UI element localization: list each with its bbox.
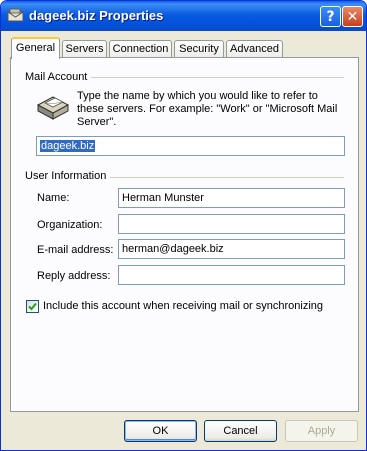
check-icon	[28, 302, 37, 311]
name-input[interactable]: Herman Munster	[118, 188, 345, 208]
cancel-label: Cancel	[223, 425, 258, 437]
tab-label: General	[15, 42, 56, 54]
ok-label: OK	[152, 425, 169, 437]
organization-input[interactable]	[118, 214, 345, 234]
tab-label: Security	[179, 43, 219, 55]
tab-label: Servers	[65, 43, 104, 55]
mail-account-heading: Mail Account	[25, 71, 92, 83]
apply-button[interactable]: Apply	[285, 420, 358, 442]
name-value: Herman Munster	[122, 192, 204, 204]
account-name-value: dageek.biz	[40, 140, 96, 152]
properties-dialog: dageek.biz Properties ? ✕ General Server…	[0, 0, 367, 451]
cancel-button[interactable]: Cancel	[204, 420, 277, 442]
help-button[interactable]: ?	[320, 6, 341, 27]
tab-label: Connection	[112, 43, 169, 55]
include-account-label[interactable]: Include this account when receiving mail…	[43, 300, 323, 312]
window-title: dageek.biz Properties	[29, 8, 164, 23]
email-input[interactable]: herman@dageek.biz	[118, 239, 345, 259]
ok-button[interactable]: OK	[124, 420, 197, 442]
include-account-checkbox[interactable]	[26, 300, 39, 313]
account-name-input[interactable]: dageek.biz	[36, 136, 345, 156]
tab-general[interactable]: General	[11, 37, 60, 59]
email-value: herman@dageek.biz	[122, 243, 224, 255]
close-button[interactable]: ✕	[342, 6, 363, 27]
close-icon: ✕	[346, 8, 359, 25]
reply-address-input[interactable]	[118, 265, 345, 285]
mail-account-icon	[36, 96, 70, 120]
tab-label: Advanced	[230, 43, 279, 55]
organization-label: Organization:	[37, 219, 103, 231]
apply-label: Apply	[307, 425, 336, 437]
email-label: E-mail address:	[37, 244, 114, 256]
reply-address-label: Reply address:	[37, 270, 111, 282]
mail-properties-icon	[7, 8, 24, 22]
account-name-description: Type the name by which you would like to…	[77, 90, 338, 128]
name-label: Name:	[37, 192, 70, 204]
user-information-heading: User Information	[25, 170, 111, 182]
title-bar[interactable]: dageek.biz Properties ? ✕	[1, 1, 366, 31]
help-icon: ?	[326, 8, 335, 25]
